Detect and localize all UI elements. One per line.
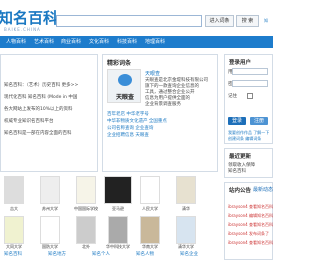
gallery-caption[interactable]: 清华大学 [172,244,200,250]
announcement-panel: 站内公告 最新动态 ibrayson4 查看知名百科 ibrayson4 编辑知… [224,182,273,260]
gallery-thumb[interactable] [40,176,60,204]
featured-desc: 企业背景调查服务 [145,102,181,107]
search-button[interactable]: 搜 索 [236,15,259,27]
gallery-caption[interactable]: 北外 [72,244,100,250]
gallery-caption[interactable]: 大同大学 [0,244,28,250]
bottom-tab[interactable]: 知名个人 [92,252,110,258]
gallery-thumb[interactable] [76,216,96,244]
gallery-caption[interactable]: 苏州大学 [36,206,64,212]
featured-list-item[interactable]: 公司名称查询 企业查询 [107,126,153,132]
nav-item-people[interactable]: 人物百科 [6,38,26,46]
gallery-caption[interactable]: 亚马逊 [104,206,132,212]
featured-list-item[interactable]: 百年老店 中华老字号 [107,112,149,118]
gallery-thumb[interactable] [104,176,132,204]
left-line[interactable]: 各大网站上发布的10%以上的资料 [4,107,73,113]
nav-item-tech[interactable]: 科技百科 [117,38,137,46]
register-button[interactable]: 注册 [250,117,268,125]
gallery-caption[interactable]: 华南大学 [136,244,164,250]
announcement-item[interactable]: ibrayson4 发布词条了 [228,231,269,237]
logo-name: 天眼查 [115,94,134,101]
username-field[interactable] [232,68,268,75]
latest-item[interactable]: 知名百科 [228,169,246,175]
remember-label[interactable]: 记住 [228,94,237,100]
featured-panel: 精彩词条 天眼查 天眼查 天眼查是北京金堤科技有限公司 旗下的一款查询企业信息的… [102,54,218,172]
latest-title: 最近更新 [229,154,252,160]
gallery-thumb[interactable] [140,176,160,204]
announcement-item[interactable]: ibrayson4 查看知名百科 [228,240,273,246]
search-input[interactable] [56,15,202,27]
eye-icon [118,74,132,86]
bottom-tab[interactable]: 知名地方 [48,252,66,258]
gallery-row: 大同大学 国防大学 北外 华中科技大学 华南大学 清华大学 [0,216,220,252]
gallery-caption[interactable]: 吉大 [0,206,28,212]
nav-item-art[interactable]: 艺术百科 [34,38,54,46]
gallery-thumb[interactable] [4,216,24,244]
featured-item-title[interactable]: 天眼查 [145,71,160,77]
gallery-thumb[interactable] [4,176,24,204]
bottom-tab[interactable]: 知名人物 [136,252,154,258]
login-title: 登录用户 [229,60,252,66]
left-line[interactable]: 现代化百科 知名百科 (Mode in 中国 [4,95,77,101]
left-line[interactable]: 权威专业知识名百科平台 [4,119,54,125]
bottom-tabs: 知名百科 知名地方 知名个人 知名人物 知名企业 [0,252,220,260]
left-panel: 知名百科：（艺术）历史百科 更多>> 现代化百科 知名百科 (Mode in 中… [0,54,98,172]
login-button[interactable]: 登录 [228,117,246,125]
gallery-thumb[interactable] [108,216,128,244]
nav-item-culture[interactable]: 文化百科 [89,38,109,46]
left-line[interactable]: 知名百科是一部在内容全面的百科 [4,131,72,137]
gallery-caption[interactable]: 国防大学 [36,244,64,250]
announcement-tab2[interactable]: 最新动态 [253,187,273,193]
nav-item-business[interactable]: 商业百科 [61,38,81,46]
featured-list-item[interactable]: 中华非物质文化遗产 全国重点 [107,119,167,125]
gallery-thumb[interactable] [40,216,60,244]
nav-item-geo[interactable]: 地理百科 [145,38,165,46]
announcement-item[interactable]: ibrayson4 编辑知名百科 [228,213,273,219]
site-logo[interactable]: 知名百科 [0,10,58,26]
gallery-thumb[interactable] [176,216,196,244]
tianyancha-logo[interactable]: 天眼查 [107,69,141,103]
featured-list-item[interactable]: 企业招聘信息 天眼查 [107,133,149,139]
left-line[interactable]: 知名百科：（艺术）历史百科 更多>> [4,83,78,89]
enter-entry-button[interactable]: 进入词条 [205,15,234,27]
announcement-item[interactable]: ibrayson4 查看知名百科 [228,204,273,210]
gallery-row: 吉大 苏州大学 中国国际学校 亚马逊 人民大学 清华 [0,176,220,216]
featured-title: 精彩词条 [107,60,132,67]
remember-checkbox[interactable] [247,93,253,99]
gallery-thumb[interactable] [176,176,196,204]
main-nav: 人物百科 艺术百科 商业百科 文化百科 科技百科 地理百科 [0,36,273,48]
gallery-thumb[interactable] [76,176,96,204]
page-header: 知名百科 BAIKE.CHINA 进入词条 搜 索 知 [0,0,273,34]
gallery-caption[interactable]: 人民大学 [136,206,164,212]
edit-link[interactable]: 创建词条 编辑词条 [228,136,261,142]
gallery-caption[interactable]: 华中科技大学 [104,244,132,250]
gallery-caption[interactable]: 清华 [172,206,200,212]
announcement-title[interactable]: 站内公告 [229,186,251,194]
latest-panel: 最近更新 领取收入保障 知名百科 [224,148,273,178]
site-logo-subtitle: BAIKE.CHINA [4,27,41,32]
gallery-thumb[interactable] [140,216,160,244]
bottom-tab[interactable]: 知名企业 [180,252,198,258]
announcement-item[interactable]: ibrayson4 查看知名百科 [228,222,273,228]
gallery-caption[interactable]: 中国国际学校 [72,206,100,212]
bottom-tab[interactable]: 知名百科 [4,252,22,258]
top-link[interactable]: 知 [264,18,268,24]
password-field[interactable] [232,80,268,87]
